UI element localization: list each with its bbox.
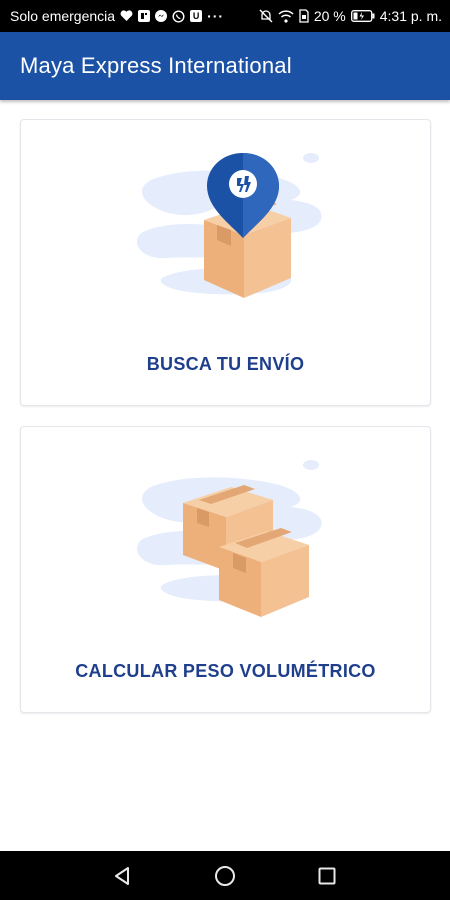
status-bar: Solo emergencia U ··· 20 % 4:31 p. m. bbox=[0, 0, 450, 32]
home-icon[interactable] bbox=[213, 864, 237, 888]
more-notifications-indicator: ··· bbox=[207, 8, 225, 24]
sim-icon bbox=[299, 9, 309, 23]
status-bar-right: 20 % 4:31 p. m. bbox=[259, 8, 442, 24]
battery-icon bbox=[350, 10, 375, 22]
track-shipment-label: BUSCA TU ENVÍO bbox=[146, 354, 305, 374]
app-title: Maya Express International bbox=[20, 53, 292, 78]
recents-icon[interactable] bbox=[315, 864, 339, 888]
packages-icon bbox=[111, 445, 341, 625]
wifi-icon bbox=[278, 9, 294, 23]
status-bar-left: Solo emergencia U ··· bbox=[10, 8, 224, 24]
messenger-icon bbox=[155, 10, 168, 22]
news-icon bbox=[138, 10, 151, 22]
heart-icon bbox=[120, 10, 133, 22]
carrier-text: Solo emergencia bbox=[10, 8, 116, 24]
whatsapp-icon bbox=[172, 9, 185, 23]
volumetric-weight-label: CALCULAR PESO VOLUMÉTRICO bbox=[75, 661, 376, 681]
back-icon[interactable] bbox=[111, 864, 135, 888]
clock: 4:31 p. m. bbox=[379, 8, 442, 24]
battery-percent: 20 % bbox=[313, 8, 346, 24]
app-u-icon: U bbox=[190, 10, 203, 22]
volumetric-weight-card[interactable]: CALCULAR PESO VOLUMÉTRICO bbox=[20, 426, 431, 713]
package-location-icon bbox=[111, 138, 341, 318]
mute-icon bbox=[259, 9, 273, 23]
track-shipment-card[interactable]: BUSCA TU ENVÍO bbox=[20, 119, 431, 406]
system-nav-bar bbox=[0, 851, 450, 900]
app-bar: Maya Express International bbox=[0, 32, 450, 100]
